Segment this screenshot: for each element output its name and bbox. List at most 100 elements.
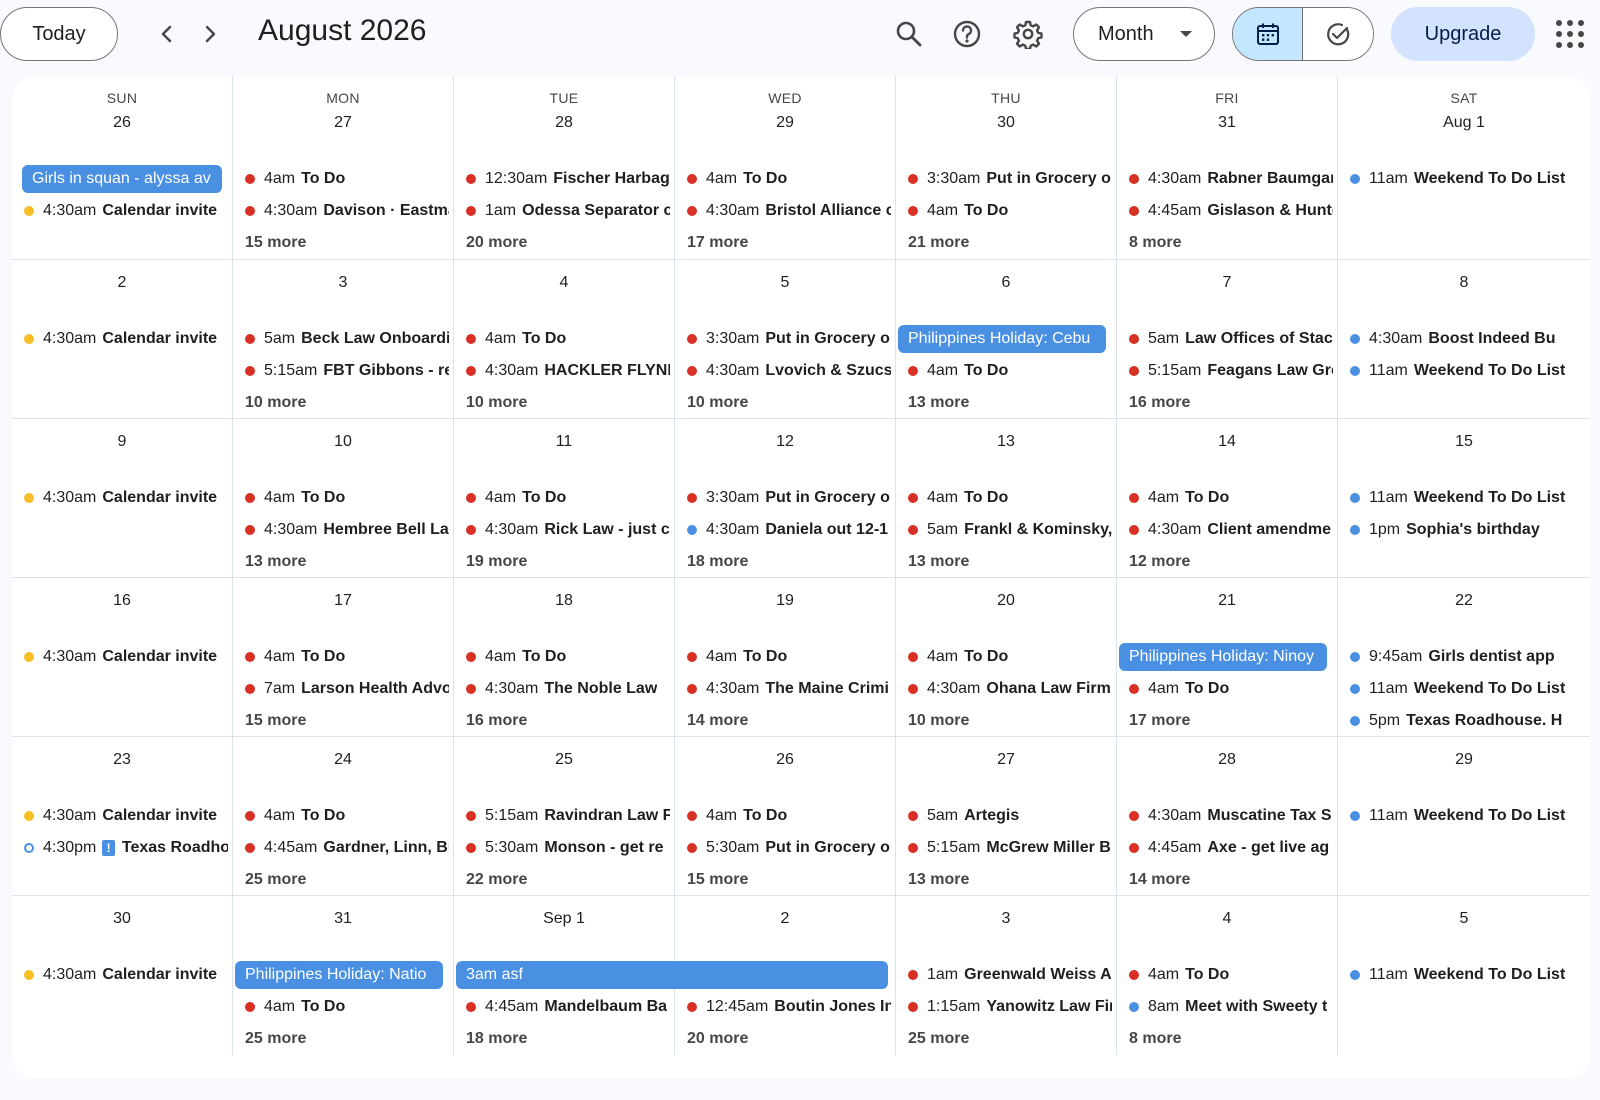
day-number[interactable]: 13 (896, 433, 1116, 451)
more-events-link[interactable]: 25 more (245, 1030, 306, 1048)
day-number[interactable]: 23 (12, 751, 232, 769)
event-item[interactable]: 5am Beck Law Onboarding (243, 325, 449, 353)
event-item[interactable]: 11am Weekend To Do List (1348, 357, 1586, 385)
event-item[interactable]: 5pm Texas Roadhouse. H (1348, 707, 1586, 735)
event-item[interactable]: 4am To Do (243, 484, 449, 512)
event-item[interactable]: 3:30am Put in Grocery o (685, 325, 891, 353)
day-cell[interactable]: 11 4am To Do 4:30am Rick Law - just c 19 more (454, 419, 675, 578)
more-events-link[interactable]: 15 more (245, 712, 306, 730)
day-number[interactable]: 7 (1117, 274, 1337, 292)
day-number[interactable]: 12 (675, 433, 895, 451)
day-cell[interactable]: 26 4am To Do 5:30am Put in Grocery o 15 more (675, 737, 896, 896)
day-number[interactable]: 6 (896, 274, 1116, 292)
day-number[interactable]: 25 (454, 751, 674, 769)
help-icon[interactable] (946, 13, 988, 55)
day-number[interactable]: 16 (12, 592, 232, 610)
event-item[interactable]: 4am To Do (243, 802, 449, 830)
day-cell[interactable]: TUE 28 12:30am Fischer Harbage 1am Odessa Sep… (454, 76, 675, 260)
event-item[interactable]: 5:15am Feagans Law Grc (1127, 357, 1333, 385)
day-cell[interactable]: 4 4am To Do 4:30am HACKLER FLYNN 10 more (454, 260, 675, 419)
event-item[interactable]: 4:30am Calendar invite (22, 961, 228, 989)
event-item[interactable]: 11am Weekend To Do List (1348, 675, 1586, 703)
chevron-left-icon[interactable] (147, 14, 187, 54)
event-item[interactable]: 4:45am Gislason & Hunter (1127, 197, 1333, 225)
event-item[interactable]: 4:30am Daniela out 12-1 (685, 516, 891, 544)
event-item[interactable]: 4am To Do (1127, 961, 1333, 989)
upgrade-button[interactable]: Upgrade (1391, 7, 1535, 61)
day-cell[interactable]: 31 Philippines Holiday: Natio 4am To Do 25 m… (233, 896, 454, 1055)
search-icon[interactable] (888, 13, 930, 55)
more-events-link[interactable]: 14 more (687, 712, 748, 730)
event-item[interactable]: 4am To Do (906, 643, 1112, 671)
day-number[interactable]: 30 (12, 910, 232, 928)
event-item[interactable]: 4:45am Axe - get live ag (1127, 834, 1333, 862)
day-number[interactable]: 2 (12, 274, 232, 292)
day-cell[interactable]: 3 5am Beck Law Onboarding 5:15am FBT Gibbons… (233, 260, 454, 419)
day-cell[interactable]: MON 27 4am To Do 4:30am Davison · Eastman 15 m… (233, 76, 454, 260)
day-number[interactable]: 15 (1338, 433, 1590, 451)
day-cell[interactable]: 8 4:30am Boost Indeed Bu 11am Weekend To Do … (1338, 260, 1590, 419)
event-item[interactable]: 4:30am Ohana Law Firm (906, 675, 1112, 703)
day-cell[interactable]: THU 30 3:30am Put in Grocery o 4am To Do 21 mo… (896, 76, 1117, 260)
event-item[interactable]: 4:30am Calendar invite (22, 802, 228, 830)
day-number[interactable]: 29 (675, 114, 895, 132)
event-item[interactable]: 4:30am Bristol Alliance c (685, 197, 891, 225)
more-events-link[interactable]: 8 more (1129, 234, 1181, 252)
day-number[interactable]: 10 (233, 433, 453, 451)
day-cell[interactable]: 12 3:30am Put in Grocery o 4:30am Daniela ou… (675, 419, 896, 578)
day-number[interactable]: 28 (454, 114, 674, 132)
day-cell[interactable]: 3 1am Greenwald Weiss At 1:15am Yanowitz Law… (896, 896, 1117, 1055)
day-number[interactable]: 24 (233, 751, 453, 769)
more-events-link[interactable]: 17 more (687, 234, 748, 252)
event-item[interactable]: 4:30am Muscatine Tax S (1127, 802, 1333, 830)
more-events-link[interactable]: 10 more (466, 394, 527, 412)
event-item[interactable]: 4:30am Boost Indeed Bu (1348, 325, 1586, 353)
day-cell[interactable]: 21 Philippines Holiday: Ninoy 4am To Do 17 m… (1117, 578, 1338, 737)
event-item[interactable]: 12:45am Boutin Jones In (685, 993, 891, 1021)
day-cell[interactable]: 20 4am To Do 4:30am Ohana Law Firm 10 more (896, 578, 1117, 737)
event-item[interactable]: 4:30am Davison · Eastman (243, 197, 449, 225)
event-item[interactable]: 1am Greenwald Weiss At (906, 961, 1112, 989)
event-item[interactable]: 1:15am Yanowitz Law Firm (906, 993, 1112, 1021)
event-item[interactable]: 5:15am FBT Gibbons - re (243, 357, 449, 385)
day-cell[interactable]: 28 4:30am Muscatine Tax S 4:45am Axe - get l… (1117, 737, 1338, 896)
chevron-right-icon[interactable] (190, 14, 230, 54)
event-item[interactable]: 4:30am Client amendme (1127, 516, 1333, 544)
all-day-event-chip[interactable]: Philippines Holiday: Natio (235, 961, 443, 989)
day-number[interactable]: 8 (1338, 274, 1590, 292)
day-cell[interactable]: 23 4:30am Calendar invite 4:30pm! Texas Road… (12, 737, 233, 896)
day-number[interactable]: 28 (1117, 751, 1337, 769)
gear-icon[interactable] (1007, 13, 1049, 55)
day-number[interactable]: 27 (896, 751, 1116, 769)
event-item[interactable]: 4am To Do (464, 643, 670, 671)
event-item[interactable]: 9:45am Girls dentist app (1348, 643, 1586, 671)
event-item[interactable]: 4am To Do (685, 802, 891, 830)
event-item[interactable]: 4am To Do (906, 197, 1112, 225)
event-item[interactable]: 4am To Do (1127, 675, 1333, 703)
day-cell[interactable]: 14 4am To Do 4:30am Client amendme 12 more (1117, 419, 1338, 578)
day-number[interactable]: 21 (1117, 592, 1337, 610)
day-cell[interactable]: 19 4am To Do 4:30am The Maine Crimi 14 more (675, 578, 896, 737)
day-number[interactable]: 26 (675, 751, 895, 769)
day-cell[interactable]: FRI 31 4:30am Rabner Baumgart 4:45am Gislason… (1117, 76, 1338, 260)
event-item[interactable]: 1am Odessa Separator c (464, 197, 670, 225)
event-item[interactable]: 11am Weekend To Do List (1348, 961, 1586, 989)
multi-day-event-chip[interactable]: 3am asf (456, 961, 888, 989)
event-item[interactable]: 11am Weekend To Do List (1348, 802, 1586, 830)
day-cell[interactable]: 6 Philippines Holiday: Cebu 4am To Do 13 mor… (896, 260, 1117, 419)
event-item[interactable]: 3:30am Put in Grocery o (906, 165, 1112, 193)
event-item[interactable]: 7am Larson Health Advo (243, 675, 449, 703)
day-number[interactable]: 17 (233, 592, 453, 610)
day-number[interactable]: 22 (1338, 592, 1590, 610)
more-events-link[interactable]: 20 more (687, 1030, 748, 1048)
more-events-link[interactable]: 12 more (1129, 553, 1190, 571)
event-item[interactable]: 5:30am Monson - get re (464, 834, 670, 862)
more-events-link[interactable]: 14 more (1129, 871, 1190, 889)
event-item[interactable]: 4:30am Calendar invite (22, 197, 228, 225)
event-item[interactable]: 12:30am Fischer Harbage (464, 165, 670, 193)
day-cell[interactable]: 29 11am Weekend To Do List (1338, 737, 1590, 896)
event-item[interactable]: 4am To Do (685, 643, 891, 671)
today-button[interactable]: Today (0, 7, 118, 61)
day-number[interactable]: 29 (1338, 751, 1590, 769)
more-events-link[interactable]: 18 more (687, 553, 748, 571)
